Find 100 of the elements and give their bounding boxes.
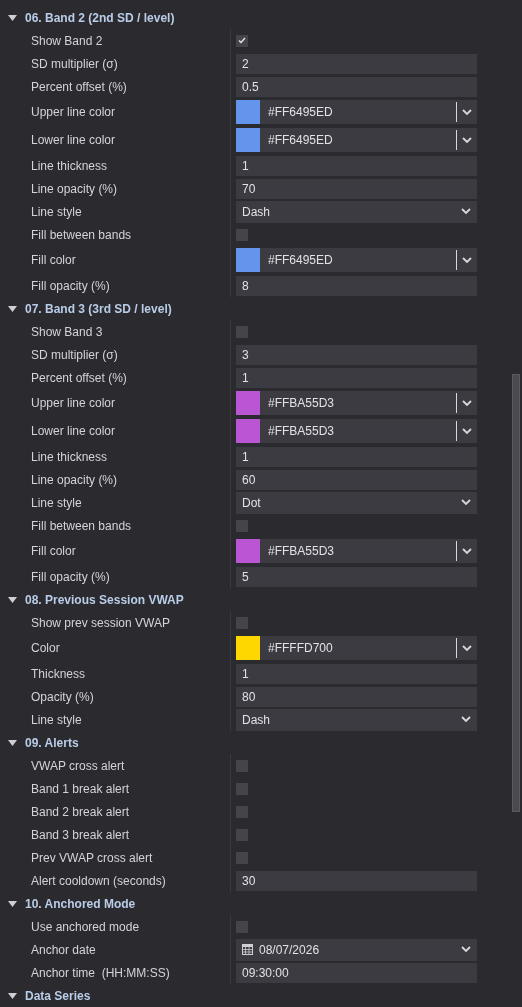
property-label: Upper line color: [30, 104, 117, 121]
checkbox[interactable]: [236, 519, 248, 532]
color-swatch[interactable]: [236, 391, 260, 415]
property-label: Show Band 3: [30, 323, 104, 341]
checkbox[interactable]: [236, 851, 248, 864]
color-value: #FF6495ED: [267, 132, 334, 149]
input-field[interactable]: 80: [236, 686, 477, 707]
checkbox[interactable]: [236, 34, 248, 47]
property-label: Prev VWAP cross alert: [30, 849, 154, 867]
input-field[interactable]: 2: [236, 53, 477, 74]
input-field[interactable]: 0.5: [236, 76, 477, 97]
input-field[interactable]: 8: [236, 275, 477, 296]
input-field[interactable]: 70: [236, 178, 477, 199]
checkbox[interactable]: [236, 228, 248, 241]
input-field[interactable]: 1: [236, 367, 477, 388]
property-label: Line thickness: [30, 448, 109, 466]
color-swatch[interactable]: [236, 419, 260, 443]
input-field[interactable]: 60: [236, 469, 477, 490]
dropdown[interactable]: Dash: [236, 708, 477, 731]
color-value: #FF6495ED: [267, 252, 334, 269]
section-header[interactable]: 10. Anchored Mode: [0, 892, 508, 915]
input-field[interactable]: 30: [236, 870, 477, 891]
property-label: Alert cooldown (seconds): [30, 872, 167, 890]
property-label: Line thickness: [30, 157, 109, 175]
property-label: Lower line color: [30, 423, 117, 440]
checkbox[interactable]: [236, 920, 248, 933]
chevron-down-icon: [462, 399, 472, 407]
calendar-icon: [242, 944, 253, 955]
checkbox[interactable]: [236, 325, 248, 338]
section-header[interactable]: 06. Band 2 (2nd SD / level): [0, 6, 508, 29]
property-label: Fill color: [30, 252, 77, 269]
property-label: Anchor date: [30, 941, 97, 959]
chevron-down-icon: [461, 499, 471, 506]
property-label: VWAP cross alert: [30, 757, 126, 775]
input-field[interactable]: 3: [236, 344, 477, 365]
color-value: #FF6495ED: [267, 104, 334, 121]
color-swatch[interactable]: [236, 100, 260, 124]
property-label: SD multiplier (σ): [30, 55, 119, 73]
date-picker[interactable]: 08/07/2026: [236, 938, 477, 961]
property-label: Opacity (%): [30, 688, 95, 706]
chevron-down-icon: [461, 946, 471, 953]
property-label: Fill opacity (%): [30, 568, 111, 586]
caret-icon: [8, 739, 17, 746]
property-label: Lower line color: [30, 132, 117, 149]
section-header[interactable]: 08. Previous Session VWAP: [0, 588, 508, 611]
caret-icon: [8, 14, 17, 21]
input-field[interactable]: 1: [236, 663, 477, 684]
color-swatch[interactable]: [236, 539, 260, 563]
chevron-down-icon: [462, 256, 472, 264]
color-value: #FFBA55D3: [267, 543, 336, 560]
dropdown[interactable]: Dot: [236, 491, 477, 514]
property-label: Fill opacity (%): [30, 277, 111, 295]
property-label: Upper line color: [30, 395, 117, 412]
color-value: #FFBA55D3: [267, 395, 336, 412]
scrollbar-thumb[interactable]: [512, 374, 520, 812]
property-label: Line style: [30, 203, 83, 221]
caret-icon: [8, 992, 17, 999]
property-label: Fill between bands: [30, 226, 133, 244]
caret-icon: [8, 596, 17, 603]
property-label: Show prev session VWAP: [30, 614, 171, 632]
property-label: Band 1 break alert: [30, 780, 131, 798]
section-header[interactable]: Data Series: [0, 984, 508, 1007]
section-header[interactable]: 09. Alerts: [0, 731, 508, 754]
date-value: 08/07/2026: [259, 941, 321, 959]
caret-icon: [8, 900, 17, 907]
color-swatch[interactable]: [236, 636, 260, 660]
property-label: Color: [30, 640, 61, 657]
property-label: Line opacity (%): [30, 180, 119, 198]
checkbox[interactable]: [236, 759, 248, 772]
chevron-down-icon: [461, 716, 471, 723]
color-swatch[interactable]: [236, 128, 260, 152]
input-field[interactable]: 5: [236, 566, 477, 587]
input-field[interactable]: 1: [236, 446, 477, 467]
property-label: Show Band 2: [30, 32, 104, 50]
property-label: Thickness: [30, 665, 87, 683]
chevron-down-icon: [462, 427, 472, 435]
property-label: Band 2 break alert: [30, 803, 131, 821]
section-header[interactable]: 07. Band 3 (3rd SD / level): [0, 297, 508, 320]
input-field[interactable]: 09:30:00: [236, 962, 477, 983]
chevron-down-icon: [462, 547, 472, 555]
property-label: Use anchored mode: [30, 918, 141, 936]
checkbox[interactable]: [236, 828, 248, 841]
checkbox[interactable]: [236, 616, 248, 629]
property-label: Line style: [30, 494, 83, 512]
checkbox[interactable]: [236, 805, 248, 818]
property-label: Band 3 break alert: [30, 826, 131, 844]
caret-icon: [8, 305, 17, 312]
checkbox[interactable]: [236, 782, 248, 795]
property-label: Line style: [30, 711, 83, 729]
property-label: Fill between bands: [30, 517, 133, 535]
property-label: Anchor time (HH:MM:SS): [30, 964, 171, 982]
input-field[interactable]: 1: [236, 155, 477, 176]
color-value: #FFBA55D3: [267, 423, 336, 440]
color-swatch[interactable]: [236, 248, 260, 272]
chevron-down-icon: [462, 644, 472, 652]
property-label: Percent offset (%): [30, 78, 128, 96]
chevron-down-icon: [462, 108, 472, 116]
color-value: #FFFFD700: [267, 640, 334, 657]
dropdown[interactable]: Dash: [236, 200, 477, 223]
property-label: SD multiplier (σ): [30, 346, 119, 364]
